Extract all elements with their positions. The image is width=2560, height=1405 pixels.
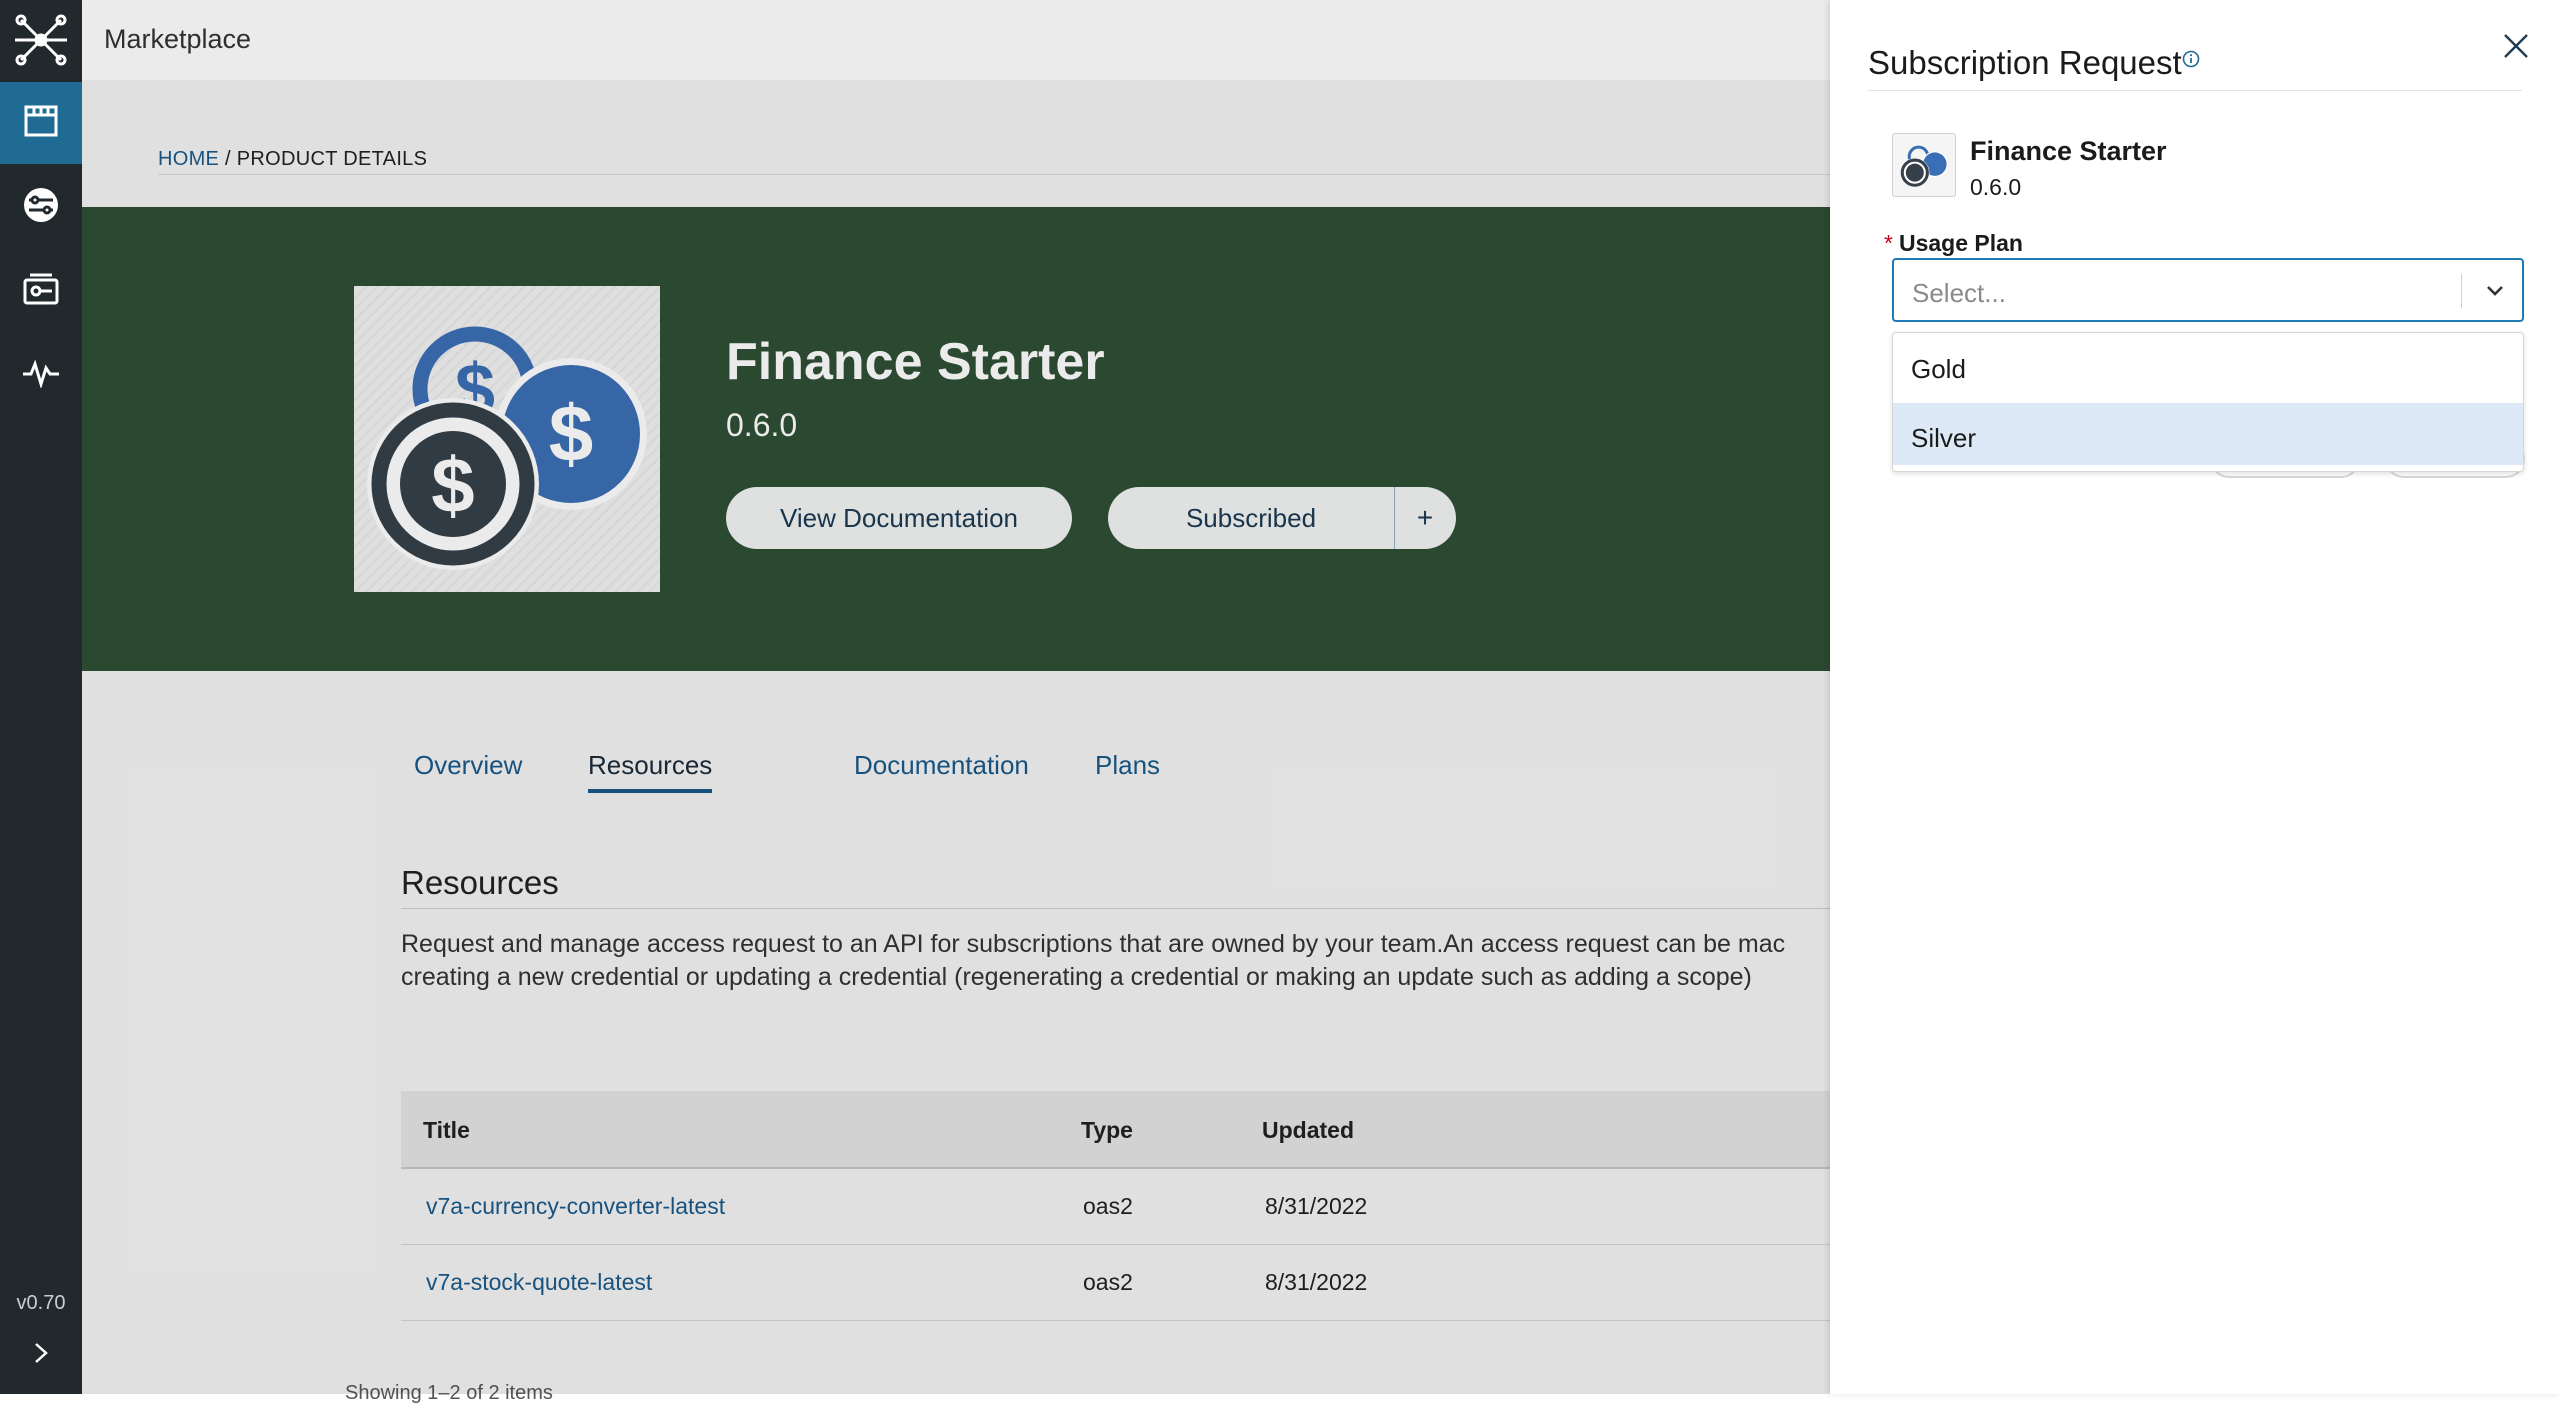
subscription-request-drawer: Subscription Request Finance Starter 0.6… [1830, 0, 2560, 1394]
required-marker: * [1884, 230, 1893, 256]
close-icon[interactable] [2500, 30, 2532, 62]
chevron-down-icon[interactable] [2484, 280, 2506, 307]
app-logo-icon[interactable] [0, 0, 82, 80]
product-thumbnail [1892, 133, 1956, 197]
drawer-product-version: 0.6.0 [1970, 174, 2022, 200]
sidebar-item-activity[interactable] [0, 334, 82, 416]
info-icon[interactable] [2182, 50, 2200, 73]
finance-coins-icon [1900, 145, 1948, 188]
modal-backdrop[interactable] [82, 0, 1830, 1394]
usage-plan-option-gold[interactable]: Gold [1893, 334, 2523, 396]
sidebar: v0.70 [0, 0, 82, 1394]
app-version: v0.70 [16, 1292, 66, 1314]
api-connection-icon [21, 185, 61, 230]
chevron-right-icon [33, 1341, 49, 1370]
drawer-title: Subscription Request [1868, 44, 2182, 81]
usage-plan-select[interactable]: Select... [1892, 258, 2524, 322]
activity-icon [21, 358, 61, 393]
sidebar-item-marketplace[interactable] [0, 82, 82, 164]
drawer-product-name: Finance Starter [1970, 136, 2167, 166]
usage-plan-option-silver[interactable]: Silver [1893, 403, 2523, 465]
expand-sidebar-button[interactable] [0, 1330, 82, 1380]
credentials-icon [22, 272, 60, 311]
sidebar-item-apis[interactable] [0, 166, 82, 248]
sidebar-item-credentials[interactable] [0, 250, 82, 332]
usage-plan-placeholder: Select... [1912, 278, 2006, 308]
select-indicator-separator [2461, 274, 2462, 308]
drawer-divider [1868, 90, 2522, 91]
store-icon [23, 104, 59, 143]
usage-plan-menu: Gold Silver [1892, 332, 2524, 472]
usage-plan-label-text: Usage Plan [1898, 230, 2023, 256]
usage-plan-label: * Usage Plan [1884, 230, 2023, 257]
